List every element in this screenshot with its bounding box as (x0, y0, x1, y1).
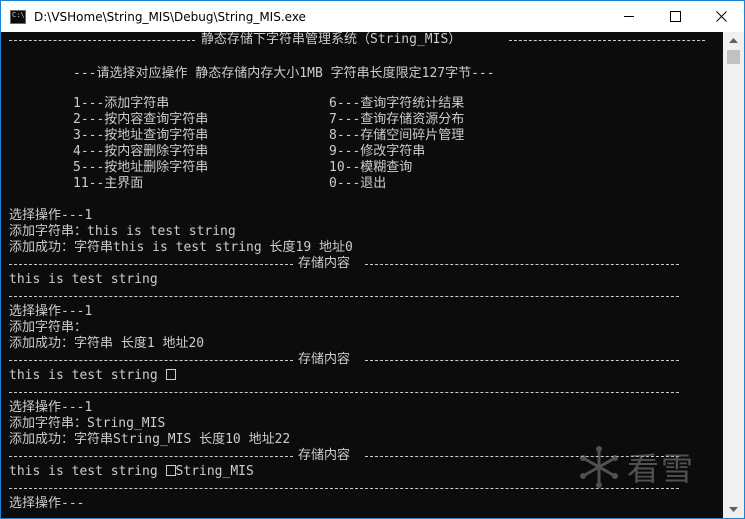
minimize-button[interactable] (606, 1, 652, 32)
maximize-icon (669, 11, 681, 22)
add-result-line: 添加成功：字符串this is test string 长度19 地址0 (9, 240, 353, 255)
vertical-scrollbar[interactable] (723, 32, 744, 518)
header-rule: 静态存储下字符串管理系统（String_MIS） (9, 32, 709, 48)
menu-item-delete-address: 5---按地址删除字符串 (73, 160, 209, 175)
watermark-text: 看雪 (627, 450, 696, 488)
title-bar[interactable]: C:\ D:\VSHome\String_MIS\Debug\String_MI… (1, 1, 744, 32)
menu-item-query-address: 3---按地址查询字符串 (73, 128, 209, 143)
storage-label: 存储内容 (298, 448, 351, 463)
triangle-up-icon (729, 38, 738, 43)
final-prompt-line[interactable]: 选择操作--- (9, 496, 84, 512)
storage-content-text: this is test string (9, 464, 166, 479)
menu-item-exit: 0---退出 (329, 176, 387, 191)
close-icon (715, 11, 727, 22)
rule-dash (509, 40, 705, 41)
menu-item-main: 11--主界面 (73, 176, 144, 191)
storage-rule-top: 存储内容 (9, 256, 679, 272)
rule-dash (9, 392, 679, 393)
menu-item-modify: 9---修改字符串 (329, 144, 426, 159)
close-button[interactable] (698, 1, 744, 32)
system-title: 静态存储下字符串管理系统（String_MIS） (201, 32, 462, 47)
scroll-thumb[interactable] (727, 50, 740, 64)
rule-dash (9, 264, 293, 265)
add-result-line: 添加成功：字符串 长度1 地址20 (9, 336, 205, 351)
console-window: C:\ D:\VSHome\String_MIS\Debug\String_MI… (0, 0, 745, 519)
snowflake-icon (580, 446, 618, 488)
console-app-icon[interactable]: C:\ (10, 9, 26, 24)
app-icon-text: C:\ (12, 10, 25, 19)
watermark: 看雪 (577, 438, 725, 496)
select-op-line: 选择操作---1 (9, 304, 93, 319)
window-controls (606, 1, 744, 32)
menu-item-resource-dist: 7---查询存储资源分布 (329, 112, 465, 127)
storage-rule-bottom (9, 384, 679, 400)
menu-item-query-content: 2---按内容查询字符串 (73, 112, 209, 127)
triangle-down-icon (729, 507, 738, 512)
add-result-line: 添加成功：字符串String_MIS 长度10 地址22 (9, 432, 291, 447)
storage-content-line: this is test string (9, 368, 176, 384)
storage-label: 存储内容 (298, 256, 351, 271)
storage-content-line: this is test string String_MIS (9, 464, 254, 480)
storage-content-suffix: String_MIS (175, 464, 254, 479)
storage-rule-top: 存储内容 (9, 352, 679, 368)
storage-content-text: this is test string (9, 368, 166, 383)
select-op-line: 选择操作---1 (9, 400, 93, 415)
rule-dash (9, 456, 293, 457)
minimize-icon (623, 16, 634, 17)
menu-item-fuzzy: 10--模糊查询 (329, 160, 413, 175)
storage-label: 存储内容 (298, 352, 351, 367)
unprintable-char-icon (165, 369, 176, 380)
menu-item-fragment: 8---存储空间碎片管理 (329, 128, 465, 143)
rule-dash (365, 264, 679, 265)
add-prompt-line: 添加字符串：this is test string (9, 224, 236, 239)
add-prompt-line: 添加字符串：String_MIS (9, 416, 166, 431)
rule-dash (9, 296, 679, 297)
rule-dash (365, 360, 679, 361)
scroll-up-button[interactable] (723, 32, 744, 49)
rule-dash (9, 360, 293, 361)
select-op-line: 选择操作---1 (9, 208, 93, 223)
add-prompt-line: 添加字符串： (9, 320, 88, 335)
subtitle-line: ---请选择对应操作 静态存储内存大小1MB 字符串长度限定127字节--- (73, 66, 495, 81)
menu-item-char-stats: 6---查询字符统计结果 (329, 96, 465, 111)
scroll-down-button[interactable] (723, 501, 744, 518)
maximize-button[interactable] (652, 1, 698, 32)
unprintable-char-icon (165, 465, 176, 476)
storage-content-line: this is test string (9, 272, 158, 287)
menu-item-delete-content: 4---按内容删除字符串 (73, 144, 209, 159)
window-title: D:\VSHome\String_MIS\Debug\String_MIS.ex… (34, 9, 306, 24)
rule-dash (9, 40, 195, 41)
menu-item-add: 1---添加字符串 (73, 96, 170, 111)
storage-rule-bottom (9, 288, 679, 304)
